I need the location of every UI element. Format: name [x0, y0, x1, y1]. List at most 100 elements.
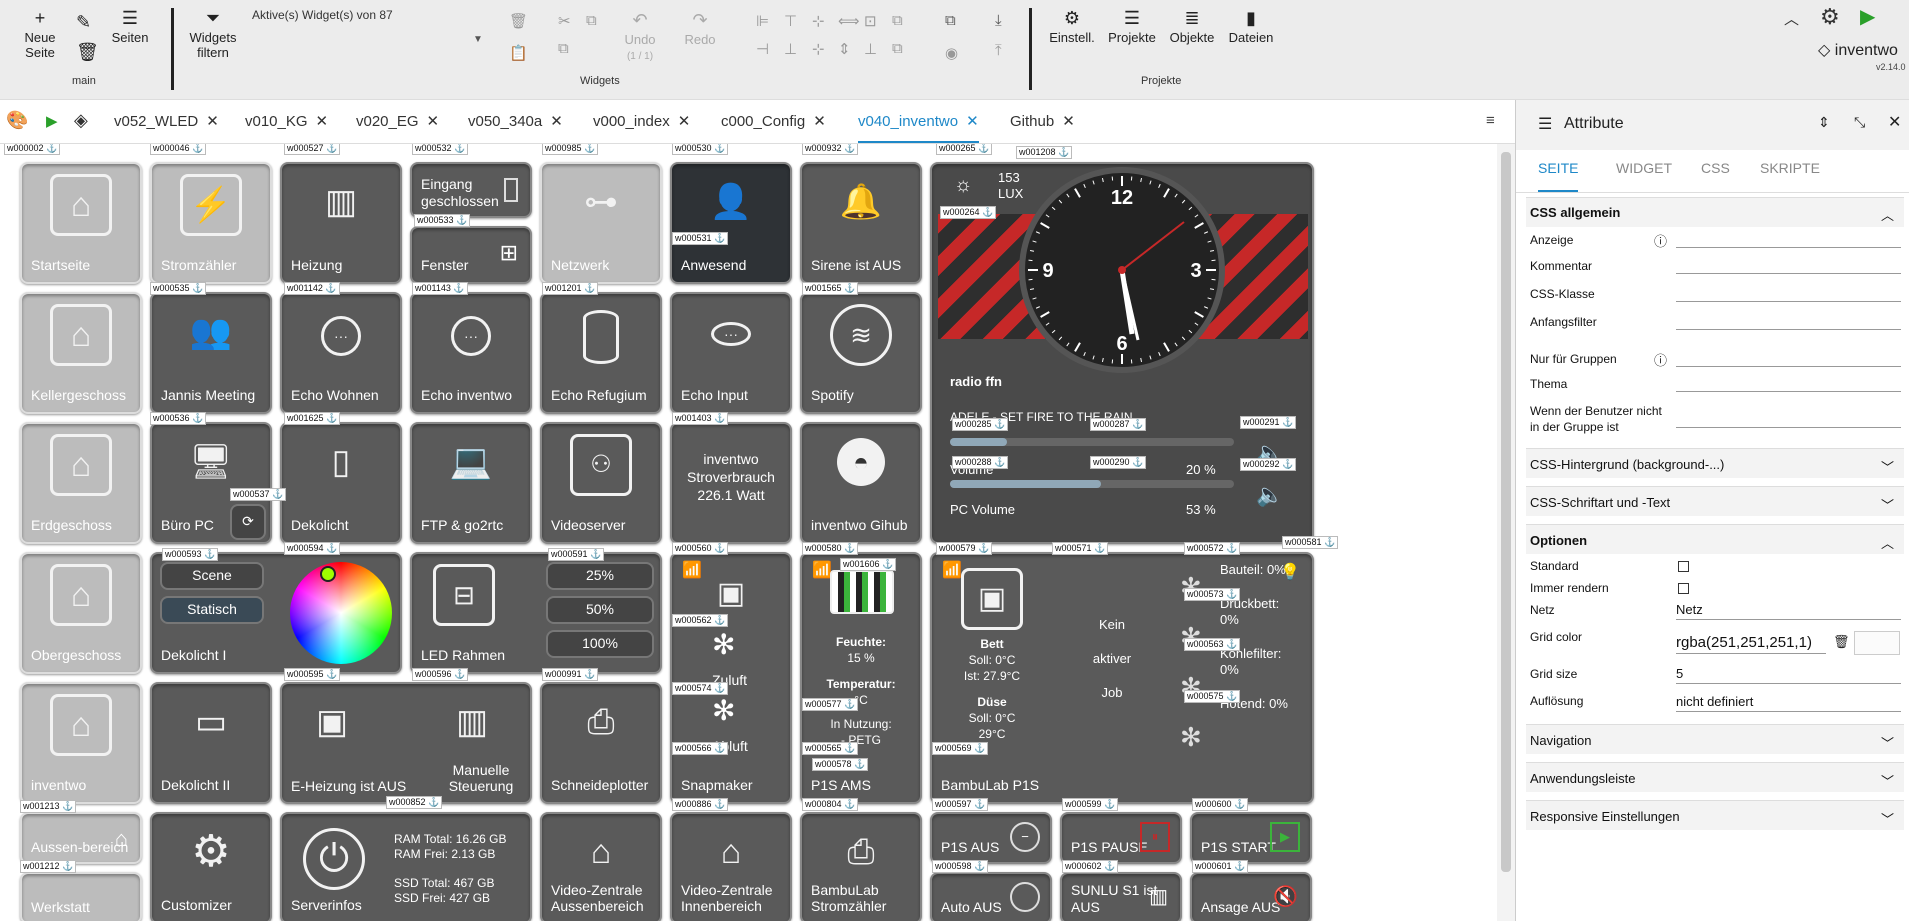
close-icon[interactable]: ✕ — [813, 113, 826, 130]
tile-videoserver[interactable]: ⚇ Videoserver — [540, 422, 662, 544]
section-title[interactable]: Navigation ﹀ — [1530, 733, 1900, 751]
tile-heizung-steuerung[interactable]: ▣ ▥ E-Heizung ist AUS Manuelle Steuerung — [280, 682, 532, 804]
palette-icon[interactable]: 🎨 — [6, 110, 28, 131]
tile-ftp[interactable]: 💻 FTP & go2rtc — [410, 422, 532, 544]
delete-widget-icon[interactable]: 🗑 — [509, 12, 528, 30]
tile-bambu-strom[interactable]: ⎙ BambuLab Stromzähler — [800, 812, 922, 921]
info-icon[interactable]: ⓘ — [1654, 231, 1667, 250]
tile-fenster[interactable]: Fenster ⊞ — [410, 226, 532, 284]
tile-customizer[interactable]: ⚙ Customizer — [150, 812, 272, 921]
announcement-button[interactable]: Ansage AUS 🔇 — [1190, 872, 1312, 921]
scrollbar-thumb[interactable] — [1501, 152, 1511, 872]
open-external-icon[interactable]: ⧉ — [945, 12, 956, 29]
tile-serverinfos[interactable]: ⏻ Serverinfos RAM Total: 16.26 GB RAM Fre… — [280, 812, 532, 921]
tab-seite[interactable]: SEITE — [1538, 160, 1579, 192]
brightness-50-button[interactable]: 50% — [546, 596, 654, 624]
refresh-icon[interactable]: ⟳ — [230, 504, 266, 540]
tab-v050-340a[interactable]: v050_340a ✕ — [468, 112, 563, 130]
expand-icon[interactable]: ⇕ — [1818, 114, 1830, 131]
tile-jannis[interactable]: 👥 Jannis Meeting — [150, 292, 272, 414]
grid-color-input[interactable]: rgba(251,251,251,1) — [1676, 634, 1826, 654]
gear-icon[interactable]: ⚙ — [1820, 4, 1840, 30]
align-middle-icon[interactable]: ⊹ — [812, 40, 825, 58]
close-icon[interactable]: ✕ — [1062, 113, 1075, 130]
brightness-25-button[interactable]: 25% — [546, 562, 654, 590]
auto-off-button[interactable]: Auto AUS — [930, 872, 1052, 921]
tile-dekolicht1[interactable]: Scene Statisch Dekolicht I — [150, 552, 402, 674]
anzeige-select[interactable] — [1676, 230, 1901, 248]
immer-rendern-checkbox[interactable] — [1678, 583, 1689, 594]
sunlu-button[interactable]: SUNLU S1 ist AUS ▥ — [1060, 872, 1182, 921]
standard-checkbox[interactable] — [1678, 561, 1689, 572]
distribute-h-icon[interactable]: ⟺ — [838, 12, 860, 30]
settings-button[interactable]: ⚙ Einstell. — [1048, 8, 1096, 45]
tile-stromverbrauch[interactable]: inventwo Stroverbrauch 226.1 Watt — [670, 422, 792, 544]
chevron-up-icon[interactable]: ︿ — [1784, 8, 1799, 29]
volume-slider[interactable] — [950, 438, 1234, 446]
close-icon[interactable]: ✕ — [316, 113, 329, 130]
section-title[interactable]: CSS-Schriftart und -Text ﹀ — [1530, 495, 1900, 513]
tile-buero[interactable]: 🖥 Büro PC ⟳ — [150, 422, 272, 544]
color-wheel[interactable] — [290, 562, 392, 664]
close-icon[interactable]: ✕ — [427, 113, 440, 130]
tile-bambulab[interactable]: 📶 ▣ Bett Soll: 0°C Ist: 27.9°C Düse Soll… — [930, 552, 1314, 804]
align-right-icon[interactable]: ⊣ — [756, 40, 769, 58]
scene-button[interactable]: Scene — [160, 562, 264, 590]
tab-css[interactable]: CSS — [1701, 160, 1730, 176]
tile-obergeschoss[interactable]: ⌂ Obergeschoss — [20, 552, 142, 674]
tile-startseite[interactable]: ⌂ Startseite — [20, 162, 142, 284]
pc-volume-slider[interactable] — [950, 480, 1234, 488]
tile-spotify[interactable]: ≋ Spotify — [800, 292, 922, 414]
p1s-pause-button[interactable]: P1S PAUSE ⏸ — [1060, 812, 1182, 864]
tile-werkstatt[interactable]: Werkstatt — [20, 872, 142, 921]
p1s-stop-button[interactable]: P1S AUS − — [930, 812, 1052, 864]
tile-echo-refugium[interactable]: Echo Refugium — [540, 292, 662, 414]
play-icon[interactable]: ▶ — [46, 112, 58, 130]
paste-icon[interactable]: 📋 — [509, 44, 528, 62]
tile-erdgeschoss[interactable]: ⌂ Erdgeschoss — [20, 422, 142, 544]
aufloesung-select[interactable]: nicht definiert — [1676, 694, 1901, 712]
tile-echo-input[interactable]: ··· Echo Input — [670, 292, 792, 414]
tab-v000-index[interactable]: v000_index ✕ — [593, 112, 690, 130]
tile-video-innen[interactable]: ⌂ Video-Zentrale Innenbereich — [670, 812, 792, 921]
section-title[interactable]: Anwendungsleiste ﹀ — [1530, 771, 1900, 789]
tile-echo-inventwo[interactable]: ··· Echo inventwo — [410, 292, 532, 414]
distribute-v-icon[interactable]: ⇕ — [838, 40, 851, 58]
redo-button[interactable]: ↷ Redo — [682, 10, 718, 47]
objects-button[interactable]: ≣ Objekte — [1168, 8, 1216, 45]
tile-dekolicht[interactable]: ▯ Dekolicht — [280, 422, 402, 544]
kommentar-input[interactable] — [1676, 256, 1901, 274]
tab-v052-wled[interactable]: v052_WLED ✕ — [114, 112, 219, 130]
copy-icon[interactable]: ⧉ — [586, 12, 597, 29]
menu-icon[interactable]: ≡ — [1486, 112, 1495, 129]
info-icon[interactable]: ⓘ — [1654, 350, 1667, 369]
tab-c000-config[interactable]: c000_Config ✕ — [721, 112, 826, 130]
tile-schneideplotter[interactable]: ⎙ Schneideplotter — [540, 682, 662, 804]
align-top-icon[interactable]: ⊤ — [784, 12, 797, 30]
files-button[interactable]: ▮ Dateien — [1226, 8, 1276, 45]
trash-icon[interactable]: 🗑 — [1833, 634, 1850, 650]
new-page-button[interactable]: + Neue Seite — [18, 8, 62, 60]
close-icon[interactable]: ✕ — [678, 113, 691, 130]
tab-v040-inventwo[interactable]: v040_inventwo ✕ — [858, 112, 979, 143]
align-left-icon[interactable]: ⊫ — [756, 12, 769, 30]
speaker-icon[interactable]: 🔈 — [1256, 482, 1283, 508]
tile-anwesend[interactable]: 👤 Anwesend — [670, 162, 792, 284]
tile-led-rahmen[interactable]: ⊟ LED Rahmen 25% 50% 100% — [410, 552, 662, 674]
section-title[interactable]: CSS allgemein ︿ — [1530, 205, 1900, 223]
tile-inventwo[interactable]: ⌂ inventwo — [20, 682, 142, 804]
tile-netzwerk[interactable]: ⊶ Netzwerk — [540, 162, 662, 284]
p1s-start-button[interactable]: P1S START ▶ — [1190, 812, 1312, 864]
lightbulb-icon[interactable]: 💡 — [1280, 562, 1300, 582]
tab-widget[interactable]: WIDGET — [1616, 160, 1672, 176]
cut-icon[interactable]: ✂ — [558, 12, 571, 30]
netz-select[interactable]: Netz — [1676, 602, 1901, 620]
close-icon[interactable]: ✕ — [1888, 112, 1901, 132]
static-button[interactable]: Statisch — [160, 596, 264, 624]
thema-select[interactable] — [1676, 374, 1901, 392]
tile-dekolicht2[interactable]: ▭ Dekolicht II — [150, 682, 272, 804]
play-icon[interactable]: ▶ — [1860, 4, 1875, 29]
edit-page-button[interactable]: ✎ — [76, 12, 91, 34]
tile-keller[interactable]: ⌂ Kellergeschoss — [20, 292, 142, 414]
section-title[interactable]: CSS-Hintergrund (background-...) ﹀ — [1530, 457, 1900, 475]
